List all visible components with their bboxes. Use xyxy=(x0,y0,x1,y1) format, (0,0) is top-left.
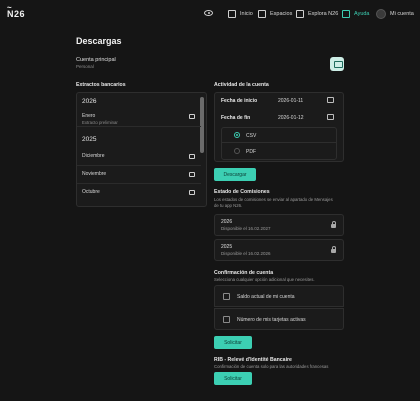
divider xyxy=(77,165,201,166)
download-icon[interactable] xyxy=(189,154,195,159)
eye-icon[interactable] xyxy=(204,10,213,16)
request-confirmation-button[interactable]: Solicitar xyxy=(214,336,252,349)
page-title: Descargas xyxy=(76,36,122,46)
checkbox-balance[interactable] xyxy=(223,293,230,300)
nav-ayuda[interactable]: Ayuda xyxy=(342,8,370,20)
statement-row-octubre[interactable]: Octubre xyxy=(77,185,201,201)
home-icon xyxy=(228,10,236,18)
scrollbar[interactable] xyxy=(200,97,204,153)
top-bar: ~ N26 Inicio Espacios Explora N26 Ayuda M… xyxy=(0,0,420,28)
help-icon xyxy=(342,10,350,18)
download-icon[interactable] xyxy=(189,114,195,119)
spaces-icon xyxy=(258,10,266,18)
commissions-desc-2: de tu app N26. xyxy=(214,203,243,208)
confirmation-heading: Confirmación de cuenta xyxy=(214,270,274,276)
commission-row-2025: 2025 Disponible el 16.02.2026 xyxy=(214,239,344,261)
option-balance[interactable]: Saldo actual de mi cuenta xyxy=(214,285,344,307)
avatar xyxy=(376,9,386,19)
calendar-icon[interactable] xyxy=(327,114,334,120)
commissions-desc-1: Los estados de comisiones se enviar al a… xyxy=(214,197,333,202)
nav-explora[interactable]: Explora N26 xyxy=(296,8,338,20)
lock-icon xyxy=(331,246,336,253)
format-option-pdf[interactable]: PDF xyxy=(222,144,336,159)
radio-csv[interactable] xyxy=(234,132,240,138)
lock-icon xyxy=(331,221,336,228)
year-label: 2026 xyxy=(82,98,97,105)
n26-logo[interactable]: ~ N26 xyxy=(7,4,25,19)
divider xyxy=(77,183,201,184)
nav-mi-cuenta[interactable]: Mi cuenta xyxy=(376,8,414,20)
format-option-csv[interactable]: CSV xyxy=(222,128,336,143)
commission-row-2026: 2026 Disponible el 16.02.2027 xyxy=(214,214,344,236)
commissions-heading: Estado de Comisiones xyxy=(214,189,270,195)
account-switch-button[interactable] xyxy=(330,57,344,71)
option-cards[interactable]: Número de mis tarjetas activas xyxy=(214,308,344,330)
end-date-value[interactable]: 2026-01-12 xyxy=(278,115,304,121)
year-label: 2025 xyxy=(82,136,97,143)
nav-inicio[interactable]: Inicio xyxy=(228,8,253,20)
activity-heading: Actividad de la cuenta xyxy=(214,82,269,88)
start-date-value[interactable]: 2026-01-11 xyxy=(278,98,303,104)
confirmation-desc: Selecciona cualquier opción adicional qu… xyxy=(214,277,315,282)
statements-heading: Extractos bancarios xyxy=(76,82,126,88)
download-button[interactable]: Descargar xyxy=(214,168,256,181)
rib-desc: Confirmación de cuenta solo para las aut… xyxy=(214,364,329,369)
statements-list: 2026 Enero Extracto preliminar 2025 Dici… xyxy=(76,92,207,207)
rib-heading: RIB - Relevé d'Identité Bancaire xyxy=(214,357,292,363)
checkbox-cards[interactable] xyxy=(223,316,230,323)
activity-panel: Fecha de inicio 2026-01-11 Fecha de fin … xyxy=(214,92,344,162)
radio-pdf[interactable] xyxy=(234,148,240,154)
account-label: Cuenta principal xyxy=(76,57,116,63)
download-icon[interactable] xyxy=(189,172,195,177)
format-group: CSV PDF xyxy=(221,127,337,160)
end-date-label: Fecha de fin xyxy=(221,115,251,121)
nav-espacios[interactable]: Espacios xyxy=(258,8,292,20)
divider xyxy=(77,126,201,127)
calendar-icon[interactable] xyxy=(327,97,334,103)
download-icon[interactable] xyxy=(189,190,195,195)
request-rib-button[interactable]: Solicitar xyxy=(214,372,252,385)
account-sub: Personal xyxy=(76,64,94,69)
explore-icon xyxy=(296,10,304,18)
statement-row-diciembre[interactable]: Diciembre xyxy=(77,149,201,165)
statement-row-enero[interactable]: Enero Extracto preliminar xyxy=(77,109,201,125)
start-date-label: Fecha de inicio xyxy=(221,98,258,104)
statement-row-noviembre[interactable]: Noviembre xyxy=(77,167,201,183)
